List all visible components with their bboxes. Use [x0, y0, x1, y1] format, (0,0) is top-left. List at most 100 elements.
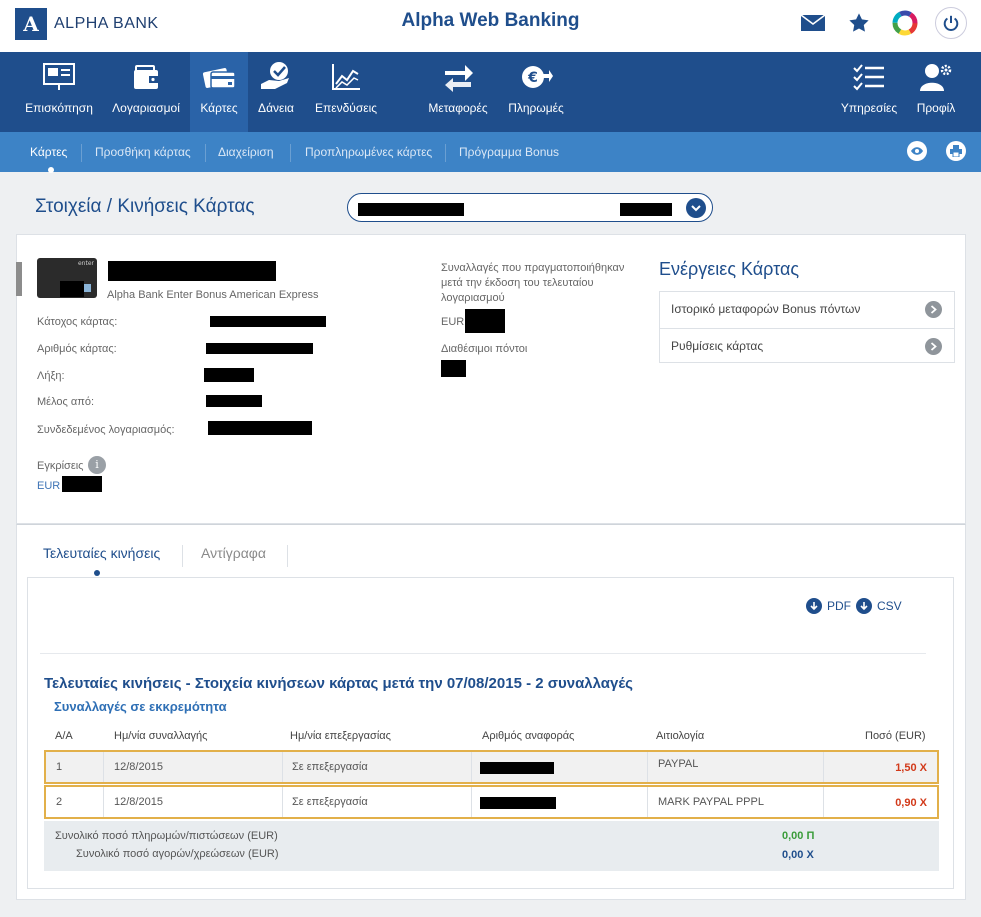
column-header-reference-number: Αριθμός αναφοράς: [482, 730, 575, 742]
bank-name: ALPHA BANK: [54, 15, 159, 32]
eye-icon[interactable]: [907, 141, 927, 161]
nav-services[interactable]: Υπηρεσίες: [836, 52, 902, 132]
logout-power-icon[interactable]: [935, 7, 967, 39]
cards-icon: [190, 52, 248, 96]
cell-divider: [647, 787, 648, 817]
column-header-description: Αιτιολογία: [656, 730, 705, 742]
tab-statements[interactable]: Αντίγραφα: [201, 545, 266, 561]
linked-account-label: Συνδεδεμένος λογαριασμός:: [37, 424, 175, 436]
nav-profile[interactable]: Προφίλ: [910, 52, 962, 132]
action-label: Ρυθμίσεις κάρτας: [671, 339, 764, 353]
nav-label: Επενδύσεις: [314, 101, 378, 115]
cell-divider: [823, 752, 824, 782]
nav-overview[interactable]: Επισκόπηση: [20, 52, 98, 132]
total-debits-value: 0,00 Χ: [782, 849, 814, 861]
row-transaction-date: 12/8/2015: [114, 761, 163, 773]
nav-investments[interactable]: Επενδύσεις: [308, 52, 384, 132]
total-credits-value: 0,00 Π: [782, 830, 815, 842]
subnav-prepaid-cards[interactable]: Προπληρωμένες κάρτες: [305, 145, 432, 159]
cell-divider: [282, 752, 283, 782]
row-description: PAYPAL: [658, 758, 699, 770]
redacted-card-name: [358, 203, 464, 216]
nav-loans[interactable]: Δάνεια: [252, 52, 300, 132]
subnav-cards[interactable]: Κάρτες: [30, 145, 67, 159]
nav-label: Δάνεια: [258, 101, 294, 115]
member-since-label: Μέλος από:: [37, 396, 94, 408]
tab-recent-transactions[interactable]: Τελευταίες κινήσεις: [43, 545, 160, 561]
approvals-label: Εγκρίσεις: [37, 460, 84, 472]
redacted-points: [441, 360, 466, 377]
svg-text:€: €: [527, 70, 538, 86]
chevron-right-icon: [925, 338, 942, 355]
download-arrow-icon: [806, 598, 822, 614]
nav-label: Λογαριασμοί: [112, 101, 180, 115]
subnav-management[interactable]: Διαχείριση: [218, 145, 274, 159]
nav-cards[interactable]: Κάρτες: [190, 52, 248, 132]
redacted-reference: [480, 762, 554, 774]
subnav-divider: [81, 144, 82, 162]
top-actions: [797, 7, 967, 39]
subnav-add-card[interactable]: Προσθήκη κάρτας: [95, 145, 191, 159]
nav-payments[interactable]: € Πληρωμές: [502, 52, 570, 132]
redacted-card-title: [108, 261, 276, 281]
list-icon: [836, 52, 902, 96]
subnav-divider: [445, 144, 446, 162]
tab-divider: [287, 545, 288, 567]
row-amount: 1,50 Χ: [895, 762, 927, 774]
download-pdf-button[interactable]: PDF: [806, 598, 851, 614]
print-icon[interactable]: [946, 141, 966, 161]
card-image-label: enter: [77, 260, 94, 267]
main-navigation: Επισκόπηση Λογαριασμοί Κάρτες Δάνεια Επε…: [0, 52, 981, 132]
sub-navigation: Κάρτες Προσθήκη κάρτας Διαχείριση Προπλη…: [0, 132, 981, 172]
alpha-logo-icon: A: [15, 8, 47, 40]
action-label: Ιστορικό μεταφορών Bonus πόντων: [671, 302, 861, 316]
points-label: Διαθέσιμοι πόντοι: [441, 343, 528, 355]
card-number-label: Αριθμός κάρτας:: [37, 343, 117, 355]
mail-icon[interactable]: [797, 7, 829, 39]
table-row[interactable]: 1 12/8/2015 Σε επεξεργασία PAYPAL 1,50 Χ: [44, 750, 939, 784]
redacted-card-number-value: [206, 343, 313, 354]
transactions-currency: EUR: [441, 316, 465, 328]
bank-logo[interactable]: A ALPHA BANK: [15, 8, 159, 40]
hand-check-icon: [252, 52, 300, 96]
cell-divider: [647, 752, 648, 782]
nav-label: Κάρτες: [200, 101, 238, 115]
euro-payment-icon: €: [502, 52, 570, 96]
download-csv-button[interactable]: CSV: [856, 598, 902, 614]
panel-side-tab[interactable]: [16, 262, 22, 296]
row-index: 1: [56, 761, 63, 773]
nav-transfers[interactable]: Μεταφορές: [420, 52, 496, 132]
nav-label: Προφίλ: [916, 101, 956, 115]
favorites-star-icon[interactable]: [843, 7, 875, 39]
card-actions-list: Ιστορικό μεταφορών Bonus πόντων Ρυθμίσει…: [659, 291, 955, 363]
action-bonus-transfer-history[interactable]: Ιστορικό μεταφορών Bonus πόντων: [660, 292, 954, 327]
subnav-divider: [290, 144, 291, 162]
nav-label: Πληρωμές: [508, 101, 564, 115]
subnav-bonus-program[interactable]: Πρόγραμμα Bonus: [459, 145, 559, 159]
cell-divider: [103, 787, 104, 817]
column-header-processing-date: Ημ/νία επεξεργασίας: [290, 730, 391, 742]
nav-label: Υπηρεσίες: [840, 101, 898, 115]
nav-accounts[interactable]: Λογαριασμοί: [106, 52, 186, 132]
theme-color-wheel-icon[interactable]: [889, 7, 921, 39]
nav-label: Μεταφορές: [428, 101, 488, 115]
column-header-amount: Ποσό (EUR): [865, 730, 926, 742]
cell-divider: [471, 787, 472, 817]
table-row[interactable]: 2 12/8/2015 Σε επεξεργασία MARK PAYPAL P…: [44, 785, 939, 819]
cell-divider: [823, 787, 824, 817]
divider: [40, 653, 926, 654]
card-selector-dropdown[interactable]: [347, 193, 713, 222]
redacted-holder: [210, 316, 326, 327]
expiry-label: Λήξη:: [37, 370, 65, 382]
active-subnav-indicator: [48, 167, 54, 173]
pdf-label: PDF: [827, 599, 851, 613]
subnav-divider: [205, 144, 206, 162]
chevron-right-icon: [925, 301, 942, 318]
holder-label: Κάτοχος κάρτας:: [37, 316, 118, 328]
transactions-title: Τελευταίες κινήσεις - Στοιχεία κινήσεων …: [44, 675, 633, 692]
card-actions-title: Ενέργειες Κάρτας: [659, 259, 800, 279]
totals-summary: Συνολικό ποσό πληρωμών/πιστώσεων (EUR) 0…: [44, 821, 939, 871]
action-card-settings[interactable]: Ρυθμίσεις κάρτας: [660, 328, 954, 363]
cell-divider: [471, 752, 472, 782]
info-icon[interactable]: i: [88, 456, 106, 474]
